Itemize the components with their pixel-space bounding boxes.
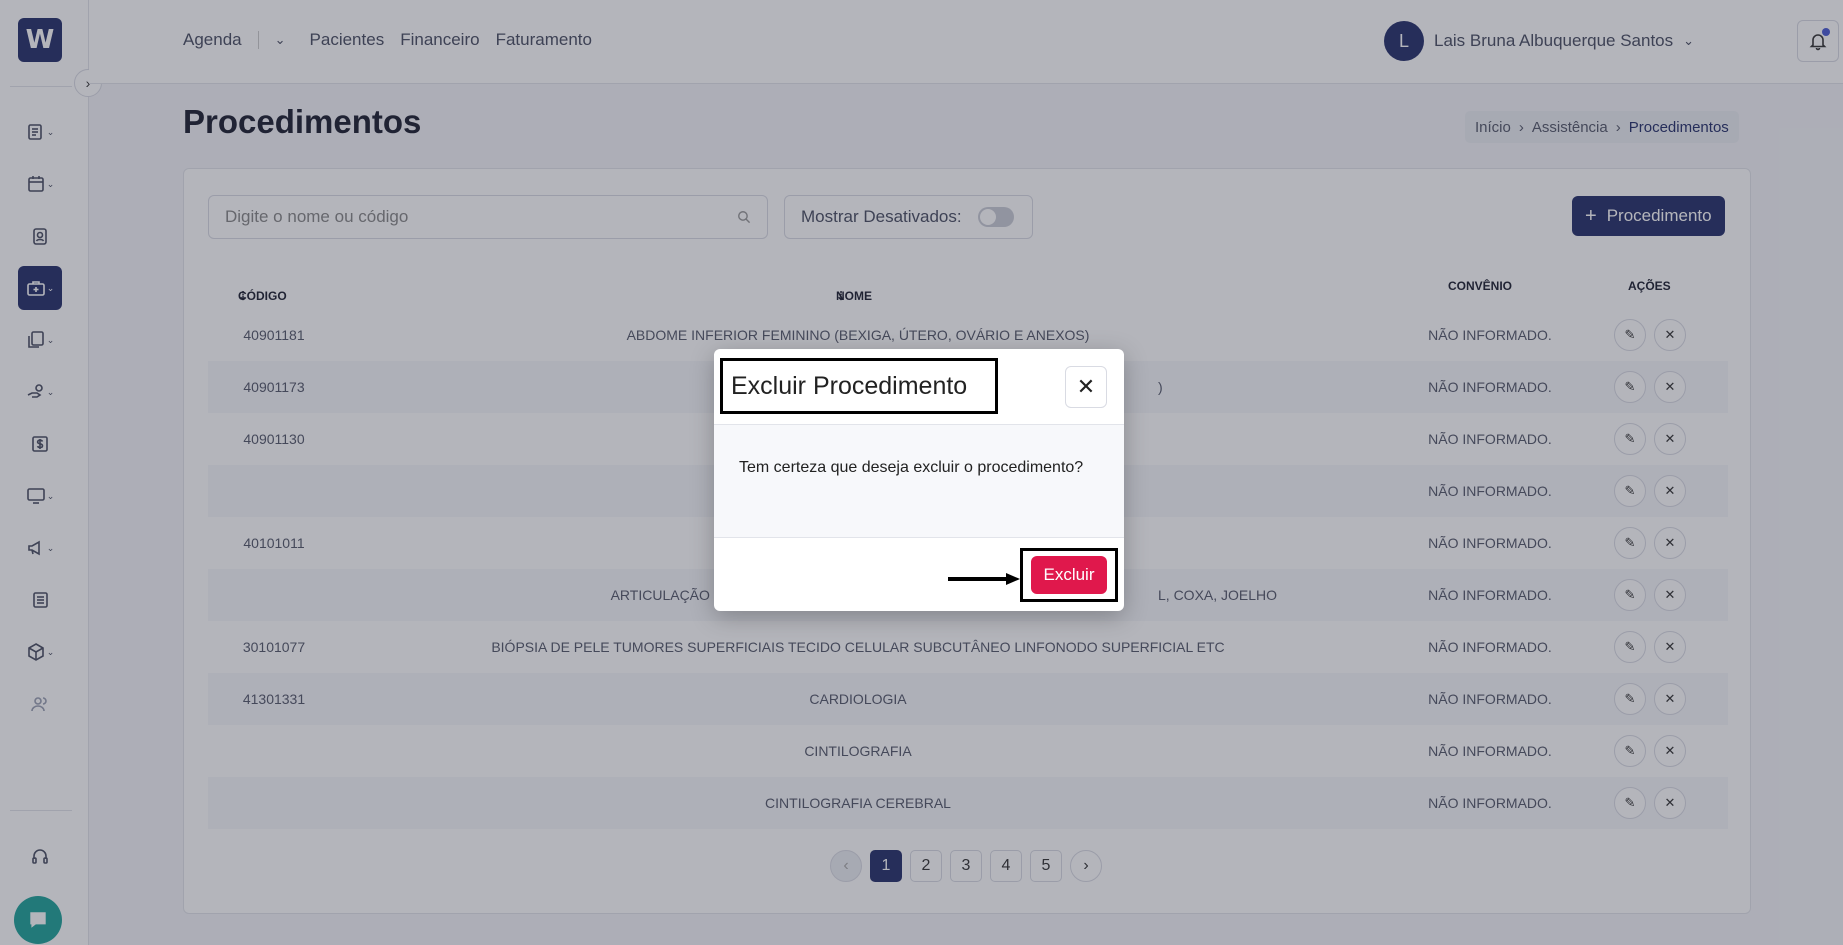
modal-header: Excluir Procedimento ✕ <box>714 349 1124 425</box>
modal-footer: Excluir <box>714 537 1124 611</box>
delete-procedure-modal: Excluir Procedimento ✕ Tem certeza que d… <box>714 349 1124 611</box>
modal-message: Tem certeza que deseja excluir o procedi… <box>739 459 1084 476</box>
modal-title: Excluir Procedimento <box>720 358 998 414</box>
close-icon: ✕ <box>1076 374 1096 399</box>
close-button[interactable]: ✕ <box>1065 366 1107 408</box>
confirm-delete-button[interactable]: Excluir <box>1031 556 1107 594</box>
arrow-annotation-icon <box>948 573 1020 585</box>
modal-body: Tem certeza que deseja excluir o procedi… <box>714 425 1124 537</box>
confirm-highlight: Excluir <box>1020 548 1118 602</box>
